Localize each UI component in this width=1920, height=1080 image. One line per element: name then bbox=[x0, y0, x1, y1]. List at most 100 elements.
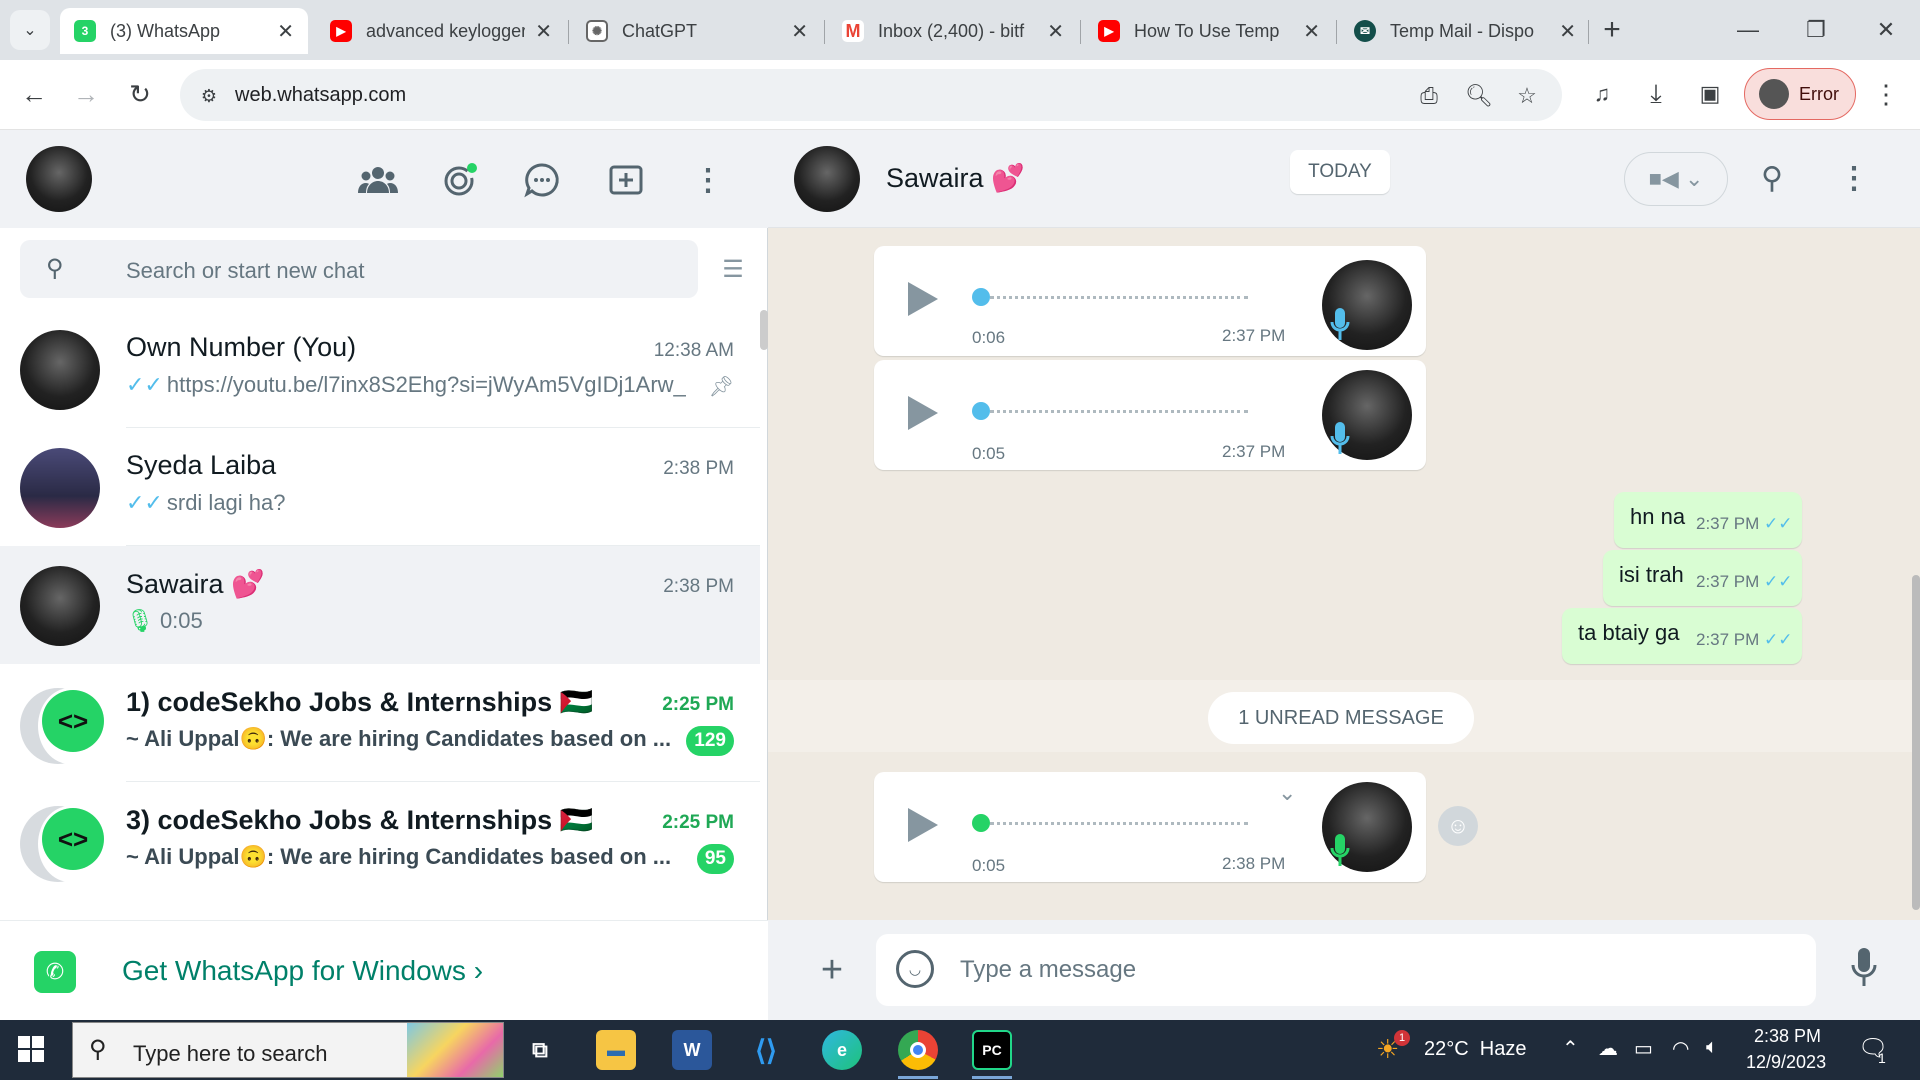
minimize-icon[interactable]: — bbox=[1728, 10, 1768, 50]
get-windows-link[interactable]: Get WhatsApp for Windows › bbox=[122, 955, 483, 987]
message-input[interactable]: ◡ Type a message bbox=[876, 934, 1816, 1006]
emoji-icon[interactable]: ◡ bbox=[896, 950, 934, 988]
tab-search-button[interactable]: ⌄ bbox=[10, 10, 50, 50]
browser-tab-strip: ⌄ 3 (3) WhatsApp ✕ ▶ advanced keylogger … bbox=[0, 0, 1920, 60]
file-explorer-icon[interactable]: ▬ bbox=[596, 1030, 636, 1070]
attach-icon[interactable]: + bbox=[812, 949, 852, 991]
window-close-icon[interactable]: ✕ bbox=[1866, 10, 1906, 50]
chat-item-codesekho-3[interactable]: <> 3) codeSekho Jobs & Internships 🇵🇸 2:… bbox=[0, 782, 760, 900]
message-text: isi trah bbox=[1619, 562, 1684, 587]
chrome-icon[interactable] bbox=[898, 1030, 938, 1070]
video-call-button[interactable]: ■◀ ⌄ bbox=[1624, 152, 1728, 206]
bookmark-star-icon[interactable]: ☆ bbox=[1512, 81, 1542, 111]
site-info-icon[interactable]: ⚙ bbox=[194, 81, 224, 111]
pycharm-icon[interactable]: PC bbox=[972, 1030, 1012, 1070]
new-tab-button[interactable]: + bbox=[1594, 12, 1630, 48]
volume-icon[interactable]: 🔈︎ bbox=[1706, 1036, 1718, 1059]
downloads-icon[interactable]: ⤓ bbox=[1636, 74, 1676, 114]
tab-title: ChatGPT bbox=[622, 20, 698, 41]
react-emoji-icon[interactable]: ☺ bbox=[1438, 806, 1478, 846]
search-icon: ⚲ bbox=[46, 255, 64, 282]
communities-icon[interactable] bbox=[356, 158, 400, 202]
play-icon[interactable] bbox=[908, 282, 938, 316]
tab-how-to-use-temp[interactable]: ▶ How To Use Temp ✕ bbox=[1084, 8, 1334, 54]
task-view-icon[interactable]: ⧉ bbox=[520, 1030, 560, 1070]
close-icon[interactable]: ✕ bbox=[1559, 19, 1576, 44]
voice-record-icon[interactable] bbox=[1850, 948, 1890, 992]
forward-icon[interactable]: → bbox=[66, 74, 106, 114]
profile-button[interactable]: Error bbox=[1744, 68, 1856, 120]
tab-gmail[interactable]: M Inbox (2,400) - bitf ✕ bbox=[828, 8, 1078, 54]
contact-name[interactable]: Sawaira 💕 bbox=[886, 162, 1025, 194]
zoom-icon[interactable]: 🔍︎ bbox=[1464, 81, 1494, 111]
side-panel-icon[interactable]: ▣ bbox=[1690, 74, 1730, 114]
reload-icon[interactable]: ↻ bbox=[120, 74, 160, 114]
chat-preview: ~ Ali Uppal🙃: We are hiring Candidates b… bbox=[126, 726, 672, 751]
restore-icon[interactable]: ❐ bbox=[1796, 10, 1836, 50]
menu-icon[interactable]: ⋮ bbox=[686, 158, 730, 202]
mic-icon: 🎙︎ bbox=[126, 608, 154, 633]
edge-icon[interactable]: e bbox=[822, 1030, 862, 1070]
playback-slider[interactable] bbox=[972, 814, 990, 832]
play-icon[interactable] bbox=[908, 396, 938, 430]
chat-list-scrollbar[interactable] bbox=[760, 310, 768, 350]
onedrive-icon[interactable]: ☁ bbox=[1598, 1036, 1618, 1061]
browser-toolbar: ← → ↻ ⚙ web.whatsapp.com ⎙ 🔍︎ ☆ ♫ ⤓ ▣ Er… bbox=[0, 60, 1920, 130]
channels-icon[interactable] bbox=[520, 158, 564, 202]
close-icon[interactable]: ✕ bbox=[1047, 19, 1064, 44]
contact-avatar[interactable] bbox=[794, 146, 860, 212]
taskbar-search-input[interactable]: ⚲ Type here to search bbox=[72, 1022, 504, 1078]
close-icon[interactable]: ✕ bbox=[277, 19, 294, 44]
search-input[interactable]: ⚲ Search or start new chat bbox=[20, 240, 698, 298]
tab-title: How To Use Temp bbox=[1134, 20, 1280, 41]
tab-chatgpt[interactable]: ✺ ChatGPT ✕ bbox=[572, 8, 822, 54]
chevron-down-icon[interactable]: ⌄ bbox=[1278, 780, 1296, 806]
play-icon[interactable] bbox=[908, 808, 938, 842]
tab-temp-mail[interactable]: ✉ Temp Mail - Dispo ✕ bbox=[1340, 8, 1590, 54]
clock-date[interactable]: 12/9/2023 bbox=[1746, 1052, 1826, 1073]
address-bar[interactable]: ⚙ web.whatsapp.com ⎙ 🔍︎ ☆ bbox=[180, 69, 1562, 121]
menu-icon[interactable]: ⋮ bbox=[1832, 156, 1876, 200]
chat-item-own-number[interactable]: Own Number (You) 12:38 AM ✓✓ https://yout… bbox=[0, 310, 760, 428]
status-icon[interactable] bbox=[438, 158, 482, 202]
chat-name: Own Number (You) bbox=[126, 332, 357, 362]
chrome-menu-icon[interactable]: ⋮ bbox=[1866, 74, 1906, 114]
whatsapp-icon: ✆ bbox=[34, 951, 76, 993]
search-highlight-image bbox=[407, 1023, 503, 1077]
vscode-icon[interactable]: ⟨⟩ bbox=[746, 1030, 786, 1070]
playback-slider[interactable] bbox=[972, 288, 990, 306]
media-controls-icon[interactable]: ♫ bbox=[1582, 74, 1622, 114]
voice-message: 0:05 2:37 PM bbox=[874, 360, 1426, 470]
tab-whatsapp[interactable]: 3 (3) WhatsApp ✕ bbox=[60, 8, 308, 54]
sidebar-header: ⋮ bbox=[0, 130, 768, 228]
clock-time[interactable]: 2:38 PM bbox=[1754, 1026, 1821, 1047]
chevron-right-icon: › bbox=[473, 955, 484, 986]
close-icon[interactable]: ✕ bbox=[535, 19, 552, 44]
group-avatar: <> bbox=[20, 802, 104, 884]
get-whatsapp-windows-banner[interactable]: ✆ Get WhatsApp for Windows › bbox=[0, 920, 768, 1020]
tab-advanced-keylogger[interactable]: ▶ advanced keylogger ✕ bbox=[316, 8, 566, 54]
my-profile-avatar[interactable] bbox=[26, 146, 92, 212]
battery-icon[interactable]: ▭ bbox=[1634, 1036, 1653, 1061]
chevron-up-icon[interactable]: ⌃ bbox=[1562, 1036, 1579, 1061]
filter-icon[interactable]: ☰ bbox=[716, 252, 750, 286]
chat-item-syeda-laiba[interactable]: Syeda Laiba 2:38 PM ✓✓ srdi lagi ha? bbox=[0, 428, 760, 546]
tab-title: Temp Mail - Dispo bbox=[1390, 20, 1535, 41]
chat-item-codesekho-1[interactable]: <> 1) codeSekho Jobs & Internships 🇵🇸 2:… bbox=[0, 664, 760, 782]
install-app-icon[interactable]: ⎙ bbox=[1414, 81, 1444, 111]
windows-start-icon[interactable] bbox=[18, 1036, 48, 1066]
chat-item-sawaira[interactable]: Sawaira 💕 2:38 PM 🎙︎ 0:05 bbox=[0, 546, 760, 664]
voice-duration: 0:06 bbox=[972, 328, 1006, 347]
back-icon[interactable]: ← bbox=[14, 74, 54, 114]
conversation-scrollbar[interactable] bbox=[1912, 575, 1920, 910]
close-icon[interactable]: ✕ bbox=[1303, 19, 1320, 44]
new-chat-icon[interactable] bbox=[604, 158, 648, 202]
weather-text[interactable]: 22°C Haze bbox=[1424, 1038, 1527, 1061]
word-icon[interactable]: W bbox=[672, 1030, 712, 1070]
voice-duration: 0:05 bbox=[972, 856, 1006, 875]
search-icon[interactable]: ⚲ bbox=[1750, 156, 1794, 200]
close-icon[interactable]: ✕ bbox=[791, 19, 808, 44]
tab-title: advanced keylogger bbox=[366, 20, 526, 41]
playback-slider[interactable] bbox=[972, 402, 990, 420]
wifi-icon[interactable]: ◠ bbox=[1672, 1036, 1689, 1061]
